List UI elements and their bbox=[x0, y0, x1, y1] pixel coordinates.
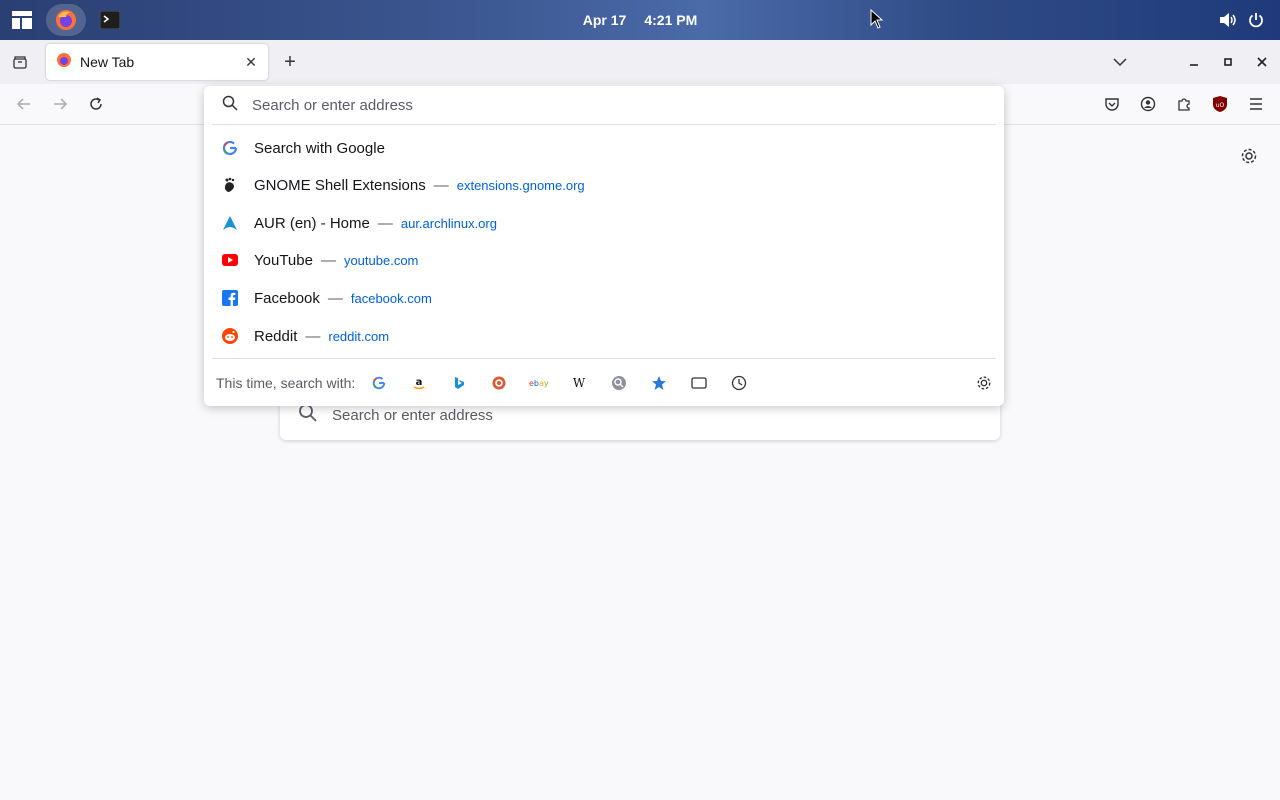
search-icon bbox=[222, 95, 238, 116]
bing-icon[interactable] bbox=[447, 371, 471, 395]
svg-text:uO: uO bbox=[1216, 102, 1225, 109]
account-icon[interactable] bbox=[1136, 92, 1160, 116]
result-title: Reddit bbox=[254, 327, 298, 345]
svg-text:W: W bbox=[573, 376, 586, 390]
result-aur[interactable]: AUR (en) - Home — aur.archlinux.org bbox=[204, 205, 1004, 241]
svg-text:ebay: ebay bbox=[529, 379, 549, 388]
back-arrow-icon[interactable] bbox=[12, 92, 36, 116]
result-facebook[interactable]: Facebook — facebook.com bbox=[204, 280, 1004, 316]
result-url: aur.archlinux.org bbox=[400, 215, 497, 231]
time-label: 4:21 PM bbox=[644, 12, 698, 28]
divider bbox=[212, 124, 996, 125]
tab-strip: New Tab ✕ + bbox=[0, 40, 1280, 84]
result-gnome-extensions[interactable]: GNOME Shell Extensions — extensions.gnom… bbox=[204, 167, 1004, 203]
ebay-icon[interactable]: ebay bbox=[527, 371, 551, 395]
result-url: youtube.com bbox=[343, 252, 419, 268]
tab-title: New Tab bbox=[80, 54, 135, 70]
maximize-icon[interactable] bbox=[1216, 50, 1240, 74]
google-icon bbox=[222, 140, 238, 156]
search-icon bbox=[298, 403, 318, 428]
forward-arrow-icon[interactable] bbox=[48, 92, 72, 116]
terminal-app-icon[interactable] bbox=[94, 4, 126, 36]
volume-icon[interactable] bbox=[1214, 4, 1242, 36]
date-label: Apr 17 bbox=[582, 12, 627, 28]
gnome-icon bbox=[222, 177, 238, 193]
search-settings-gear-icon[interactable] bbox=[972, 371, 996, 395]
one-off-search-bar: This time, search with: a ebay W bbox=[204, 364, 1004, 402]
result-title: GNOME Shell Extensions bbox=[254, 176, 426, 194]
pocket-icon[interactable] bbox=[1100, 92, 1124, 116]
divider bbox=[212, 358, 996, 359]
reload-icon[interactable] bbox=[84, 92, 108, 116]
result-search-with-google[interactable]: Search with Google bbox=[204, 130, 1004, 166]
ntp-settings-gear-icon[interactable] bbox=[1237, 144, 1261, 168]
minimize-icon[interactable] bbox=[1182, 50, 1206, 74]
reddit-icon bbox=[222, 328, 238, 344]
hamburger-menu-icon[interactable] bbox=[1244, 92, 1268, 116]
google-icon[interactable] bbox=[367, 371, 391, 395]
result-title: Search with Google bbox=[254, 139, 385, 157]
wikipedia-icon[interactable]: W bbox=[567, 371, 591, 395]
power-icon[interactable] bbox=[1242, 4, 1270, 36]
tabs-icon[interactable] bbox=[687, 371, 711, 395]
facebook-icon bbox=[222, 290, 238, 306]
result-youtube[interactable]: YouTube — youtube.com bbox=[204, 242, 1004, 278]
firefox-favicon-icon bbox=[56, 52, 72, 73]
result-url: reddit.com bbox=[328, 328, 390, 344]
firefox-app-icon[interactable] bbox=[46, 4, 86, 36]
mouse-cursor-icon bbox=[870, 8, 884, 34]
svg-text:a: a bbox=[416, 377, 423, 388]
history-clock-icon[interactable] bbox=[727, 371, 751, 395]
close-tab-icon[interactable]: ✕ bbox=[242, 53, 260, 71]
result-url: facebook.com bbox=[350, 290, 432, 306]
activities-grid-icon[interactable] bbox=[6, 4, 38, 36]
duckduckgo-icon[interactable] bbox=[487, 371, 511, 395]
amazon-icon[interactable]: a bbox=[407, 371, 431, 395]
extensions-puzzle-icon[interactable] bbox=[1172, 92, 1196, 116]
firefox-view-icon[interactable] bbox=[8, 50, 32, 74]
new-tab-button[interactable]: + bbox=[278, 50, 302, 74]
ublock-origin-icon[interactable]: uO bbox=[1208, 92, 1232, 116]
search-icon[interactable] bbox=[607, 371, 631, 395]
chevron-down-icon[interactable] bbox=[1108, 50, 1132, 74]
result-separator: — bbox=[327, 289, 343, 307]
youtube-icon bbox=[222, 252, 238, 268]
close-window-icon[interactable] bbox=[1250, 50, 1274, 74]
result-title: AUR (en) - Home bbox=[254, 214, 370, 232]
tab-new-tab[interactable]: New Tab ✕ bbox=[46, 44, 268, 80]
clock[interactable]: Apr 17 4:21 PM bbox=[560, 0, 720, 40]
result-separator: — bbox=[377, 214, 393, 232]
result-separator: — bbox=[305, 327, 321, 345]
gnome-top-bar: Apr 17 4:21 PM bbox=[0, 0, 1280, 40]
result-url: extensions.gnome.org bbox=[456, 177, 585, 193]
urlbar-input[interactable]: Search or enter address bbox=[204, 86, 1004, 124]
arch-icon bbox=[222, 215, 238, 231]
result-title: Facebook bbox=[254, 289, 320, 307]
one-off-search-label: This time, search with: bbox=[216, 375, 356, 391]
urlbar-dropdown: Search or enter address Search with Goog… bbox=[204, 86, 1004, 406]
result-title: YouTube bbox=[254, 251, 313, 269]
result-separator: — bbox=[433, 176, 449, 194]
bookmarks-star-icon[interactable] bbox=[647, 371, 671, 395]
ntp-search-placeholder: Search or enter address bbox=[332, 406, 493, 424]
result-reddit[interactable]: Reddit — reddit.com bbox=[204, 318, 1004, 354]
result-separator: — bbox=[320, 251, 336, 269]
urlbar-placeholder: Search or enter address bbox=[252, 96, 413, 114]
